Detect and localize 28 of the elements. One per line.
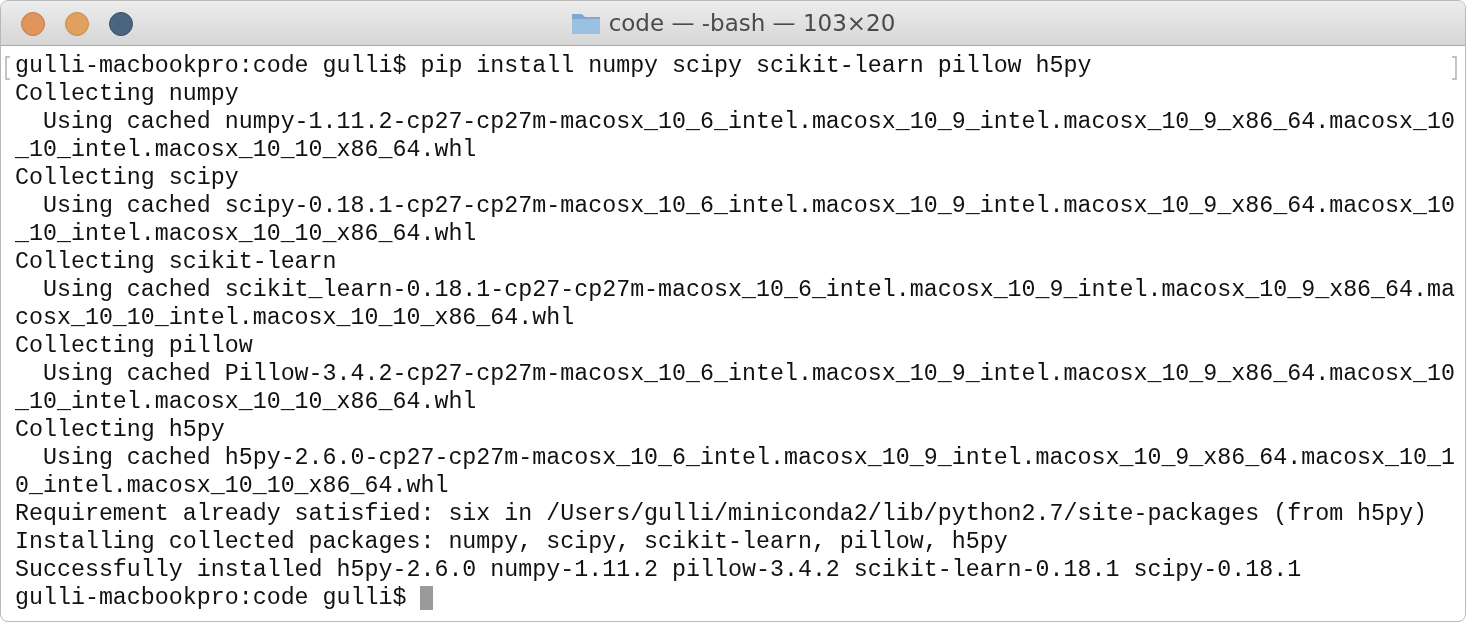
- close-button[interactable]: [21, 12, 45, 36]
- window-title: code — -bash — 103×20: [608, 10, 896, 36]
- terminal-line: Using cached scikit_learn-0.18.1-cp27-cp27m-macosx_10_6_intel.macosx_10_9_intel.macosx_10_9_x86_64.ma: [41, 276, 1455, 304]
- mark-bracket-icon: [5, 56, 11, 80]
- terminal-line: cosx_10_10_intel.macosx_10_10_x86_64.whl: [15, 304, 575, 332]
- zoom-button[interactable]: [109, 12, 133, 36]
- terminal-line: Successfully installed h5py-2.6.0 numpy-1.11.2 pillow-3.4.2 scikit-learn-0.18.1 scipy-0.18.1: [15, 556, 1302, 584]
- terminal-line: gulli-macbookpro:code gulli$ pip install numpy scipy scikit-learn pillow h5py: [15, 52, 1092, 80]
- terminal-line: Collecting scikit-learn: [15, 248, 337, 276]
- folder-icon: [570, 11, 601, 35]
- terminal-line: Installing collected packages: numpy, scipy, scikit-learn, pillow, h5py: [15, 528, 1008, 556]
- terminal-line: Using cached h5py-2.6.0-cp27-cp27m-macosx_10_6_intel.macosx_10_9_intel.macosx_10_9_x86_64.macosx_10_1: [41, 444, 1455, 472]
- terminal-line: Using cached Pillow-3.4.2-cp27-cp27m-macosx_10_6_intel.macosx_10_9_intel.macosx_10_9_x86_64.macosx_10: [41, 360, 1455, 388]
- terminal-line: _10_intel.macosx_10_10_x86_64.whl: [15, 220, 477, 248]
- terminal-line: _10_intel.macosx_10_10_x86_64.whl: [15, 388, 477, 416]
- terminal-line: Requirement already satisfied: six in /Users/gulli/miniconda2/lib/python2.7/site-packages (from h5py): [15, 500, 1428, 528]
- minimize-button[interactable]: [65, 12, 89, 36]
- terminal-line: Using cached numpy-1.11.2-cp27-cp27m-macosx_10_6_intel.macosx_10_9_intel.macosx_10_9_x86_64.macosx_10: [41, 108, 1455, 136]
- terminal-line: Collecting numpy: [15, 80, 239, 108]
- mark-bracket-icon: [1451, 56, 1457, 80]
- terminal-line: Collecting h5py: [15, 416, 225, 444]
- terminal-line: Using cached scipy-0.18.1-cp27-cp27m-macosx_10_6_intel.macosx_10_9_intel.macosx_10_9_x86_64.macosx_10: [41, 192, 1455, 220]
- terminal-prompt: gulli-macbookpro:code gulli$: [15, 584, 407, 612]
- text-cursor: [420, 586, 434, 610]
- terminal-line: 0_intel.macosx_10_10_x86_64.whl: [15, 472, 449, 500]
- terminal-line: _10_intel.macosx_10_10_x86_64.whl: [15, 136, 477, 164]
- terminal-line: Collecting scipy: [15, 164, 239, 192]
- terminal-line: Collecting pillow: [15, 332, 253, 360]
